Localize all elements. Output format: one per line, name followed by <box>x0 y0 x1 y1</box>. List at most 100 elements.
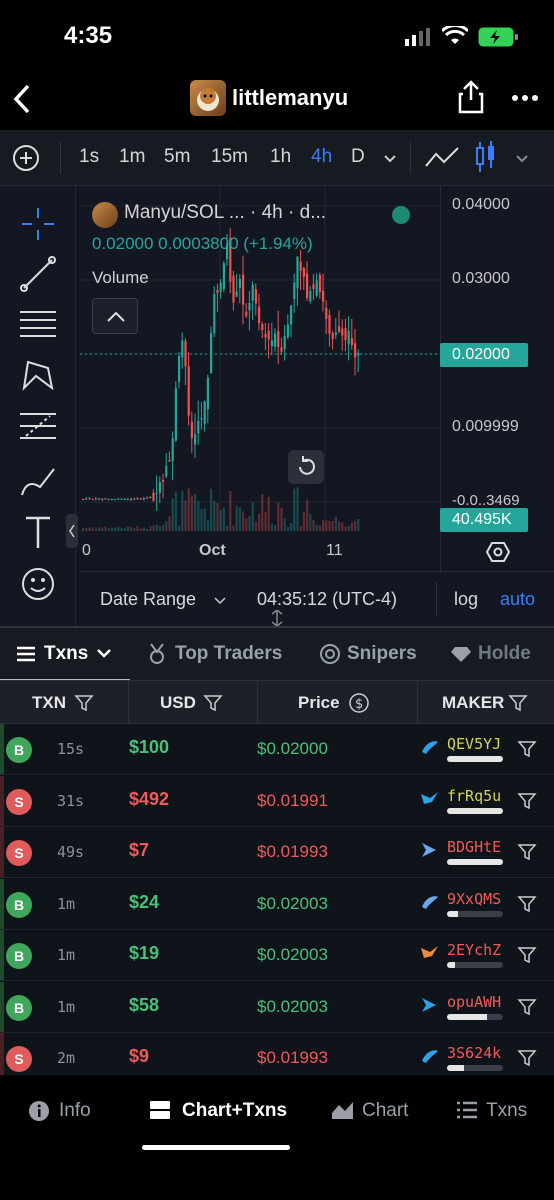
currency-toggle-icon[interactable]: $ <box>348 692 370 714</box>
tf-1s[interactable]: 1s <box>79 146 99 168</box>
maker-address[interactable]: BDGHtE <box>447 838 501 856</box>
chevron-down-icon[interactable] <box>214 597 226 605</box>
fib-icon[interactable] <box>18 406 58 446</box>
reset-chart-button[interactable] <box>288 450 324 484</box>
table-row[interactable]: B 15s $100 $0.02000 QEV5YJ <box>0 724 554 775</box>
filter-icon[interactable] <box>74 693 94 713</box>
volume-bar <box>254 521 257 531</box>
table-row[interactable]: B 1m $58 $0.02003 opuAWH <box>0 981 554 1033</box>
candle-body <box>338 326 341 332</box>
tf-5m[interactable]: 5m <box>164 146 190 168</box>
filter-icon[interactable] <box>517 842 537 862</box>
candle-body <box>222 263 225 289</box>
emoji-icon[interactable] <box>18 564 58 604</box>
chevron-down-icon[interactable] <box>383 154 397 164</box>
resize-handle-icon[interactable] <box>268 610 286 626</box>
maker-address[interactable]: 2EYchZ <box>447 941 501 959</box>
side-badge: S <box>6 788 32 815</box>
legend-values: 0.02000 0.0003800 (+1.94%) <box>92 234 313 253</box>
maker-address[interactable]: opuAWH <box>447 993 501 1011</box>
tab-txns[interactable]: Txns <box>44 643 88 665</box>
maker-address[interactable]: QEV5YJ <box>447 735 501 753</box>
table-row[interactable]: B 1m $24 $0.02003 9XxQMS <box>0 878 554 930</box>
trend-line-icon[interactable] <box>18 254 58 294</box>
chart-panel: Manyu/SOL ... · 4h · d... 0.02000 0.0003… <box>0 186 554 626</box>
volume-bar <box>238 507 241 531</box>
svg-text:$: $ <box>355 697 363 712</box>
pattern-icon[interactable] <box>18 354 58 394</box>
table-row[interactable]: S 49s $7 $0.01993 BDGHtE <box>0 827 554 878</box>
txn-usd: $58 <box>129 994 160 1015</box>
volume-bar <box>235 505 238 531</box>
split-view-icon <box>150 1101 170 1119</box>
nav-info[interactable]: Info <box>59 1100 91 1122</box>
tf-4h[interactable]: 4h <box>311 146 332 168</box>
date-range-button[interactable]: Date Range <box>100 589 196 610</box>
txn-age: 1m <box>57 946 76 964</box>
filter-icon[interactable] <box>517 791 537 811</box>
nav-chart-txns[interactable]: Chart+Txns <box>182 1100 287 1122</box>
tab-top-traders[interactable]: Top Traders <box>175 643 282 665</box>
back-chevron-icon[interactable] <box>12 84 32 114</box>
crosshair-icon[interactable] <box>18 204 58 244</box>
candle-body <box>110 498 113 500</box>
tab-snipers[interactable]: Snipers <box>347 643 417 665</box>
nav-chart[interactable]: Chart <box>362 1100 408 1122</box>
filter-icon[interactable] <box>517 739 537 759</box>
candle-body <box>158 482 161 493</box>
candle-type-icon[interactable] <box>474 140 498 174</box>
volume-bar <box>181 490 184 531</box>
settings-hexagon-icon[interactable] <box>486 541 510 563</box>
tf-1h[interactable]: 1h <box>270 146 291 168</box>
volume-bar <box>267 496 270 531</box>
toolbar-collapse-handle[interactable] <box>66 514 78 548</box>
candle-body <box>104 498 107 500</box>
trophy-icon <box>150 643 164 664</box>
volume-bar <box>219 510 222 531</box>
top-nav: littlemanyu <box>0 70 554 130</box>
volume-bar <box>206 520 209 531</box>
filter-icon[interactable] <box>517 997 537 1017</box>
volume-bar <box>229 490 232 531</box>
txn-age: 2m <box>57 1049 76 1067</box>
maker-address[interactable]: 3S624k <box>447 1044 501 1062</box>
battery-charging-icon <box>478 27 518 47</box>
maker-holding-bar <box>447 962 503 968</box>
txn-usd: $7 <box>129 840 150 860</box>
volume-bar <box>174 491 177 531</box>
nav-txns[interactable]: Txns <box>486 1100 527 1122</box>
filter-icon[interactable] <box>517 894 537 914</box>
y-tick: -0.0..3469 <box>452 492 520 509</box>
candle-body <box>216 290 219 294</box>
chevron-down-icon[interactable] <box>96 648 112 660</box>
filter-icon[interactable] <box>517 945 537 965</box>
filter-icon[interactable] <box>517 1048 537 1068</box>
tab-holders[interactable]: Holde <box>478 643 531 665</box>
filter-icon[interactable] <box>508 693 528 713</box>
log-scale-toggle[interactable]: log <box>454 589 478 610</box>
table-row[interactable]: S 31s $492 $0.01991 frRq5u <box>0 775 554 827</box>
more-icon[interactable] <box>512 94 538 102</box>
text-tool-icon[interactable] <box>18 512 58 552</box>
collapse-legend-button[interactable] <box>92 298 138 334</box>
chevron-down-icon[interactable] <box>515 154 529 164</box>
brush-icon[interactable] <box>18 461 58 501</box>
tf-d[interactable]: D <box>351 146 365 168</box>
chart-clock: 04:35:12 (UTC-4) <box>257 589 398 609</box>
tf-1m[interactable]: 1m <box>119 146 145 168</box>
maker-address[interactable]: frRq5u <box>447 787 501 805</box>
share-icon[interactable] <box>458 80 484 114</box>
filter-icon[interactable] <box>203 693 223 713</box>
volume-bar <box>187 488 190 531</box>
table-row[interactable]: B 1m $19 $0.02003 2EYchZ <box>0 930 554 981</box>
horizontal-lines-icon[interactable] <box>18 304 58 344</box>
candle-body <box>274 333 277 347</box>
add-indicator-icon[interactable] <box>12 144 40 172</box>
line-chart-icon[interactable] <box>424 144 460 170</box>
auto-scale-toggle[interactable]: auto <box>500 589 535 610</box>
tf-15m[interactable]: 15m <box>211 146 248 168</box>
candle-body <box>101 498 104 500</box>
volume-bar <box>341 522 344 531</box>
maker-address[interactable]: 9XxQMS <box>447 890 501 908</box>
wallet-type-icon <box>422 895 438 909</box>
